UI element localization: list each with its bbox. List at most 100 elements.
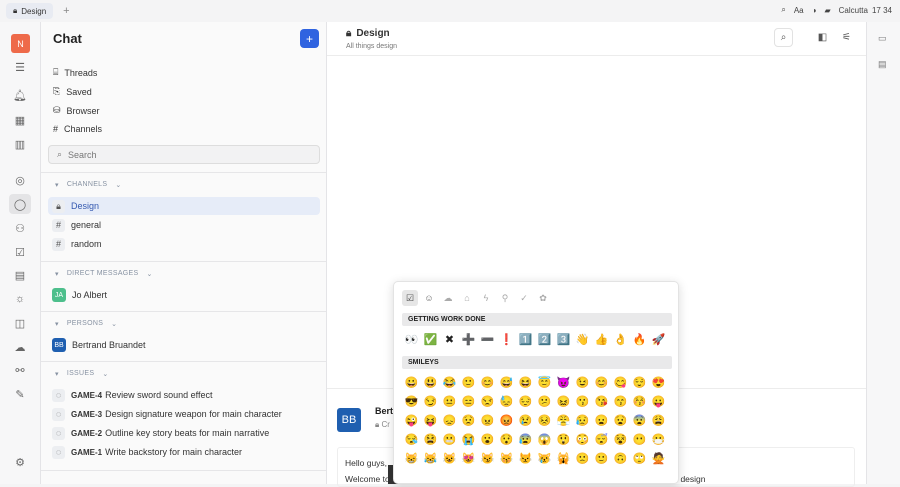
person-bertrand[interactable]: BB Bertrand Bruandet [48, 336, 320, 354]
emoji-button[interactable]: 👋 [573, 331, 592, 347]
emoji-button[interactable]: 🙀 [554, 450, 573, 466]
emoji-button[interactable]: 😋 [611, 374, 630, 390]
emoji-button[interactable]: 😭 [459, 431, 478, 447]
emoji-button[interactable]: 😹 [421, 450, 440, 466]
emoji-button[interactable]: 😛 [649, 393, 668, 409]
channel-design[interactable]: 🔒︎ Design [48, 197, 320, 215]
emoji-button[interactable]: ➖ [478, 331, 497, 347]
persons-header[interactable]: ▾ PERSONS ⌄ [55, 320, 117, 328]
emoji-button[interactable]: 😽 [497, 450, 516, 466]
issues-header[interactable]: ▾ ISSUES ⌄ [55, 370, 108, 378]
search-button[interactable]: ⌕ [774, 28, 793, 47]
emoji-button[interactable]: 😌 [630, 374, 649, 390]
emoji-button[interactable]: 😡 [497, 412, 516, 428]
smiley-category-icon[interactable]: ☺ [421, 290, 437, 306]
filter-settings-icon[interactable]: ⚟ [837, 28, 856, 47]
settings-icon[interactable]: ⚙ [9, 452, 31, 472]
tab-design[interactable]: 🔒︎ Design [6, 3, 54, 19]
emoji-button[interactable]: 😢 [516, 412, 535, 428]
emoji-button[interactable]: 😒 [478, 393, 497, 409]
emoji-button[interactable]: 😙 [611, 393, 630, 409]
document-icon[interactable]: ▤ [878, 59, 887, 70]
emoji-button[interactable]: 🚀 [649, 331, 668, 347]
emoji-button[interactable]: 😺 [440, 450, 459, 466]
flag-icon[interactable]: ▰ [824, 6, 830, 15]
cloud-icon[interactable]: ☁ [9, 337, 31, 357]
emoji-button[interactable]: 😑 [459, 393, 478, 409]
emoji-button[interactable]: 🙅 [649, 450, 668, 466]
theme-toggle-icon[interactable]: ◑ [812, 6, 817, 15]
emoji-button[interactable]: 😮 [478, 431, 497, 447]
channels-header[interactable]: ▾ CHANNELS ⌄ [55, 181, 122, 189]
emoji-button[interactable]: 😠 [478, 412, 497, 428]
tasks-icon[interactable]: ☑ [9, 242, 31, 262]
emoji-button[interactable]: 😪 [402, 431, 421, 447]
bell-icon[interactable]: 🔔︎ [9, 85, 31, 105]
workflow-icon[interactable]: ⚯ [9, 360, 31, 380]
emoji-button[interactable]: 😟 [459, 412, 478, 428]
emoji-button[interactable]: 😀 [402, 374, 421, 390]
issue-item[interactable]: ◌ GAME-3 Design signature weapon for main … [48, 405, 320, 423]
emoji-button[interactable]: 2️⃣ [535, 331, 554, 347]
emoji-button[interactable]: 😿 [535, 450, 554, 466]
emoji-button[interactable]: 👀 [402, 331, 421, 347]
emoji-button[interactable]: 🙄 [630, 450, 649, 466]
office-icon[interactable]: ▥ [9, 134, 31, 154]
workspace-avatar[interactable]: N [11, 34, 30, 53]
emoji-button[interactable]: ❗ [497, 331, 516, 347]
emoji-button[interactable]: 😔 [516, 393, 535, 409]
emoji-button[interactable]: 😳 [573, 431, 592, 447]
emoji-button[interactable]: 🙂 [459, 374, 478, 390]
new-message-button[interactable]: + [300, 29, 319, 48]
dm-header[interactable]: ▾ DIRECT MESSAGES ⌄ [55, 270, 153, 278]
emoji-button[interactable]: 😐 [440, 393, 459, 409]
search-icon[interactable]: ⌕ [781, 5, 785, 15]
palette-icon[interactable]: ✿ [535, 290, 551, 306]
emoji-button[interactable]: 😨 [630, 412, 649, 428]
nav-saved[interactable]: ⎘ Saved [53, 86, 92, 97]
team-icon[interactable]: ⚇ [9, 218, 31, 238]
emoji-button[interactable]: ➕ [459, 331, 478, 347]
issue-item[interactable]: ◌ GAME-2 Outline key story beats for main … [48, 424, 320, 442]
chat-icon[interactable]: ◯ [9, 194, 31, 214]
font-size-button[interactable]: Aa [794, 6, 804, 15]
emoji-button[interactable]: 😣 [535, 412, 554, 428]
contacts-icon[interactable]: ◎ [9, 170, 31, 190]
search-input[interactable]: ⌕ Search [48, 145, 320, 164]
emoji-button[interactable]: 😻 [459, 450, 478, 466]
nature-category-icon[interactable]: ☁ [440, 290, 456, 306]
emoji-button[interactable]: 😘 [592, 393, 611, 409]
emoji-button[interactable]: 😫 [421, 431, 440, 447]
nav-browser[interactable]: ⛁ Browser [53, 105, 100, 116]
emoji-button[interactable]: 😤 [554, 412, 573, 428]
issue-item[interactable]: ◌ GAME-1 Write backstory for main characte… [48, 443, 320, 461]
calendar-icon[interactable]: ▭ [878, 33, 887, 44]
objects-category-icon[interactable]: ⚲ [497, 290, 513, 306]
emoji-button[interactable]: 😎 [402, 393, 421, 409]
emoji-button[interactable]: 😵 [611, 431, 630, 447]
emoji-button[interactable]: 😓 [497, 393, 516, 409]
emoji-button[interactable]: 😜 [402, 412, 421, 428]
emoji-button[interactable]: 👌 [611, 331, 630, 347]
emoji-button[interactable]: 😯 [497, 431, 516, 447]
emoji-button[interactable]: 😲 [554, 431, 573, 447]
emoji-button[interactable]: 😷 [649, 431, 668, 447]
emoji-button[interactable]: 😸 [402, 450, 421, 466]
emoji-button[interactable]: ✖ [440, 331, 459, 347]
emoji-button[interactable]: 3️⃣ [554, 331, 573, 347]
work-category-icon[interactable]: ☑ [402, 290, 418, 306]
emoji-button[interactable]: 😩 [649, 412, 668, 428]
emoji-button[interactable]: 😅 [497, 374, 516, 390]
new-tab-button[interactable]: + [63, 5, 69, 17]
emoji-button[interactable]: 🔥 [630, 331, 649, 347]
emoji-button[interactable]: 😞 [440, 412, 459, 428]
emoji-button[interactable]: 😾 [516, 450, 535, 466]
sun-icon[interactable]: ☼ [9, 289, 31, 309]
emoji-button[interactable]: 😚 [630, 393, 649, 409]
emoji-button[interactable]: 😏 [421, 393, 440, 409]
emoji-button[interactable]: 😶 [630, 431, 649, 447]
emoji-button[interactable]: 😼 [478, 450, 497, 466]
emoji-button[interactable]: 😊 [592, 374, 611, 390]
emoji-button[interactable]: 😖 [554, 393, 573, 409]
emoji-button[interactable]: 🙁 [573, 450, 592, 466]
